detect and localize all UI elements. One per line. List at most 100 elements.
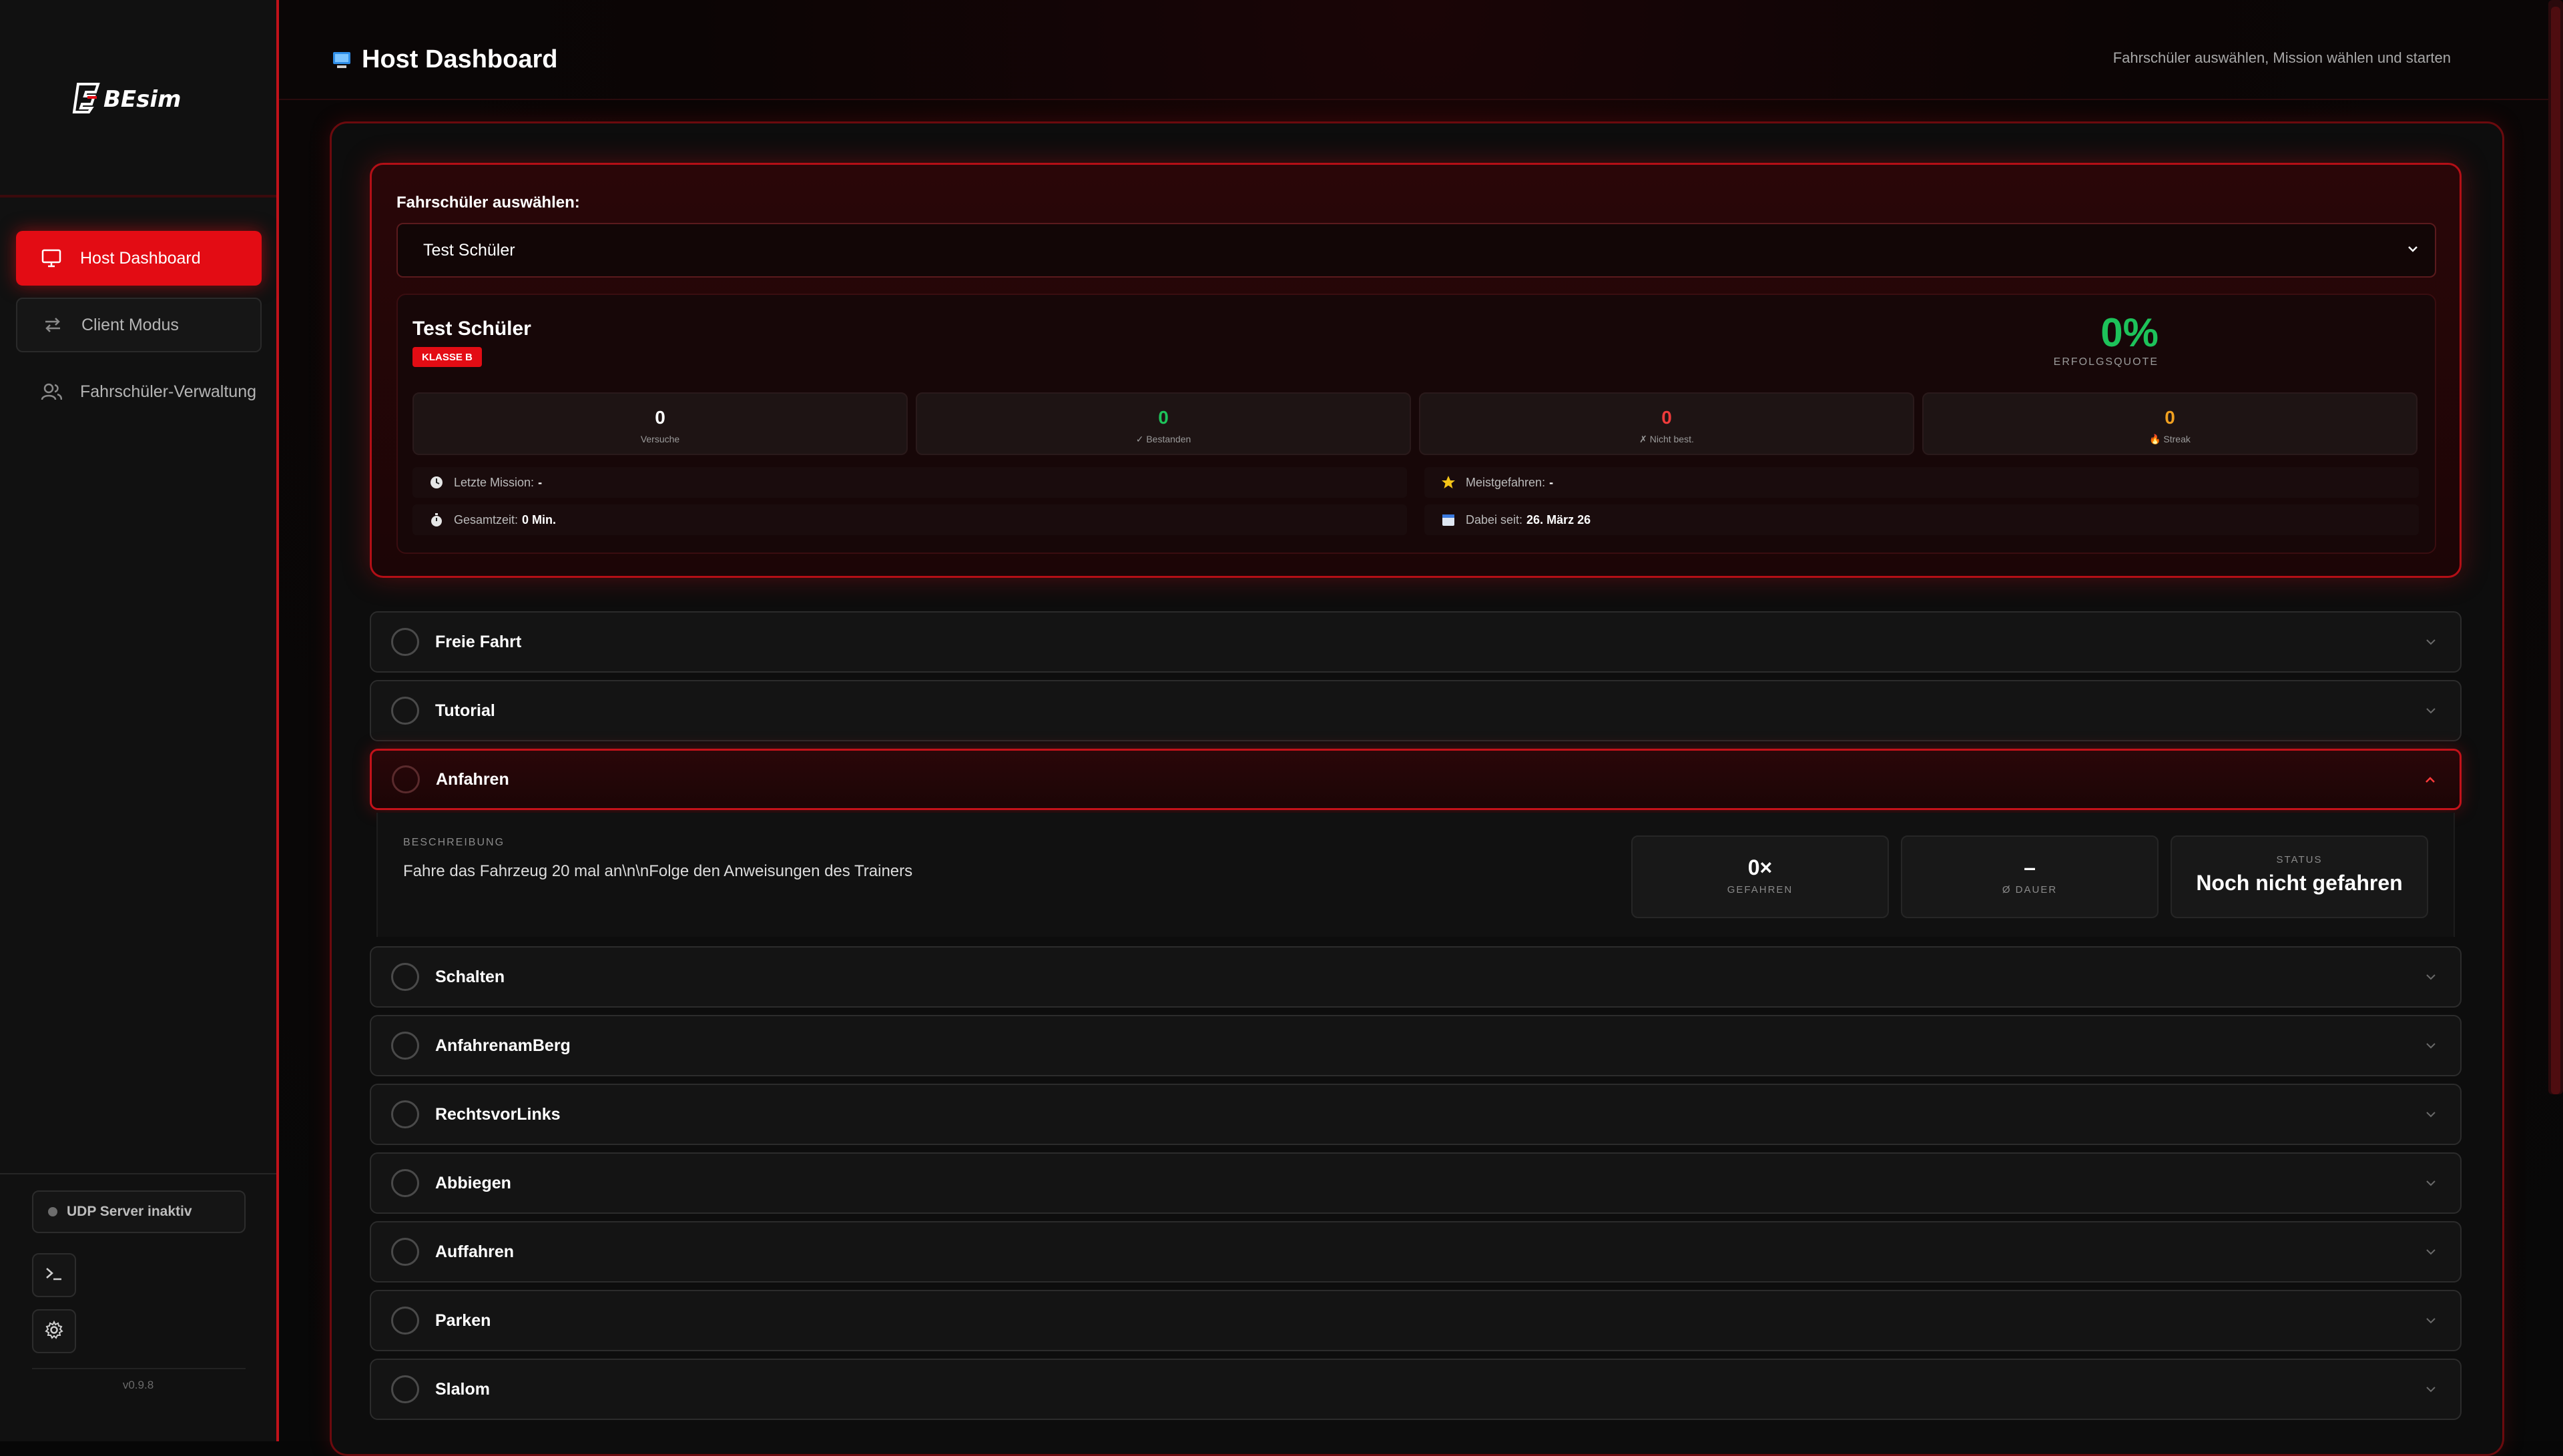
mission-status-circle-icon xyxy=(391,1032,419,1060)
mission-item-anfahren[interactable]: Anfahren xyxy=(370,749,2462,810)
mission-title: Anfahren xyxy=(436,769,509,789)
stat-label: ✓ Bestanden xyxy=(1135,434,1191,444)
meta-most-driven: Meistgefahren: - xyxy=(1424,467,2419,498)
student-name: Test Schüler xyxy=(412,318,531,340)
app-logo[interactable]: BEsim xyxy=(0,0,276,198)
stat-attempts: 0 Versuche xyxy=(412,392,908,455)
driven-count-value: 0× xyxy=(1747,855,1773,879)
meta-label: Dabei seit: xyxy=(1466,512,1523,526)
mission-status-circle-icon xyxy=(392,765,420,793)
logo-text: BEsim xyxy=(103,86,181,113)
meta-value: 0 Min. xyxy=(522,512,557,526)
description-label: BESCHREIBUNG xyxy=(403,837,505,848)
stat-value: 0 xyxy=(655,407,665,428)
mission-status-circle-icon xyxy=(391,1169,419,1197)
mission-item-tutorial[interactable]: Tutorial xyxy=(370,680,2462,741)
udp-status-badge: UDP Server inaktiv xyxy=(32,1190,246,1233)
student-select-label: Fahrschüler auswählen: xyxy=(396,194,580,212)
mission-status-circle-icon xyxy=(391,1375,419,1403)
mission-title: Schalten xyxy=(435,967,505,986)
driven-count-label: GEFAHREN xyxy=(1727,884,1793,895)
avg-duration-label: Ø DAUER xyxy=(2002,884,2058,895)
student-select-value: Test Schüler xyxy=(423,240,515,260)
mission-item-parken[interactable]: Parken xyxy=(370,1290,2462,1351)
avg-duration-box: – Ø DAUER xyxy=(1901,835,2159,918)
sidebar-item-client-modus[interactable]: Client Modus xyxy=(16,298,262,352)
mission-item-auffahren[interactable]: Auffahren xyxy=(370,1221,2462,1283)
mission-item-abbiegen[interactable]: Abbiegen xyxy=(370,1152,2462,1214)
gear-icon xyxy=(44,1320,64,1343)
stat-label: ✗ Nicht best. xyxy=(1639,434,1694,444)
chevron-down-icon xyxy=(2423,1175,2439,1194)
star-icon xyxy=(1440,474,1456,490)
mission-status-circle-icon xyxy=(391,697,419,725)
chevron-down-icon xyxy=(2423,969,2439,988)
chevron-down-icon xyxy=(2423,1313,2439,1332)
mission-title: RechtsvorLinks xyxy=(435,1104,561,1124)
stat-failed: 0 ✗ Nicht best. xyxy=(1419,392,1914,455)
mission-item-schalten[interactable]: Schalten xyxy=(370,946,2462,1008)
mission-description: Fahre das Fahrzeug 20 mal an\n\nFolge de… xyxy=(403,862,913,880)
mission-item-slalom[interactable]: Slalom xyxy=(370,1359,2462,1420)
mission-item-freie-fahrt[interactable]: Freie Fahrt xyxy=(370,611,2462,673)
main-overlay: Fahrschüler auswählen: Test Schüler Test… xyxy=(279,0,2563,1441)
sidebar-item-host-dashboard[interactable]: Host Dashboard xyxy=(16,231,262,286)
driven-count-box: 0× GEFAHREN xyxy=(1631,835,1889,918)
chevron-down-icon xyxy=(2423,1038,2439,1057)
meta-member-since: Dabei seit: 26. März 26 xyxy=(1424,504,2419,535)
mission-title: Auffahren xyxy=(435,1242,515,1261)
sidebar-item-label: Client Modus xyxy=(81,315,179,334)
stat-value: 0 xyxy=(1158,407,1169,428)
stopwatch-icon xyxy=(429,512,445,528)
success-rate-value: 0% xyxy=(2100,310,2159,355)
mission-status-circle-icon xyxy=(391,1307,419,1335)
mission-title: AnfahrenamBerg xyxy=(435,1036,571,1055)
meta-last-mission: Letzte Mission: - xyxy=(412,467,1407,498)
terminal-button[interactable] xyxy=(32,1253,76,1297)
mission-status-label: STATUS xyxy=(2276,854,2323,865)
calendar-icon xyxy=(1440,512,1456,528)
meta-total-time: Gesamtzeit: 0 Min. xyxy=(412,504,1407,535)
divider xyxy=(32,1368,246,1369)
besim-logo-icon: BEsim xyxy=(72,83,181,113)
divider xyxy=(0,1173,276,1174)
monitor-icon xyxy=(40,247,63,270)
mission-item-rechtsvorlinks[interactable]: RechtsvorLinks xyxy=(370,1084,2462,1145)
arrows-swap-icon xyxy=(41,314,64,336)
mission-title: Tutorial xyxy=(435,701,495,720)
chevron-down-icon xyxy=(2423,634,2439,653)
mission-title: Parken xyxy=(435,1311,491,1330)
success-rate-label: ERFOLGSQUOTE xyxy=(2053,356,2159,368)
meta-label: Gesamtzeit: xyxy=(454,512,519,526)
settings-button[interactable] xyxy=(32,1309,76,1353)
mission-status-value: Noch nicht gefahren xyxy=(2196,871,2403,895)
mission-status-circle-icon xyxy=(391,963,419,991)
mission-status-circle-icon xyxy=(391,1238,419,1266)
stat-value: 0 xyxy=(1661,407,1672,428)
chevron-down-icon xyxy=(2423,1381,2439,1401)
mission-item-anfahrenamberg[interactable]: AnfahrenamBerg xyxy=(370,1015,2462,1076)
student-select[interactable]: Test Schüler xyxy=(396,223,2436,278)
sidebar-item-label: Host Dashboard xyxy=(80,248,201,268)
clock-icon xyxy=(429,474,445,490)
mission-title: Freie Fahrt xyxy=(435,632,522,651)
chevron-down-icon xyxy=(2423,703,2439,722)
sidebar-item-label: Fahrschüler-Verwaltung xyxy=(80,382,257,401)
meta-value: - xyxy=(1549,475,1554,489)
avg-duration-value: – xyxy=(2024,855,2036,879)
status-dot-icon xyxy=(48,1207,57,1216)
sidebar: BEsim Host Dashboard Client Modus Fahrsc… xyxy=(0,0,279,1441)
meta-label: Meistgefahren: xyxy=(1466,475,1546,489)
mission-status-circle-icon xyxy=(391,628,419,656)
chevron-down-icon xyxy=(2423,1106,2439,1126)
users-icon xyxy=(40,380,63,403)
stat-label: Versuche xyxy=(640,434,680,444)
mission-title: Slalom xyxy=(435,1379,490,1399)
stat-streak: 0 🔥 Streak xyxy=(1922,392,2417,455)
stat-label: 🔥 Streak xyxy=(2149,434,2191,444)
meta-label: Letzte Mission: xyxy=(454,475,535,489)
mission-status-circle-icon xyxy=(391,1100,419,1128)
sidebar-item-fahrschueler-verwaltung[interactable]: Fahrschüler-Verwaltung xyxy=(16,364,262,419)
chevron-down-icon xyxy=(2423,1244,2439,1263)
mission-title: Abbiegen xyxy=(435,1173,511,1192)
